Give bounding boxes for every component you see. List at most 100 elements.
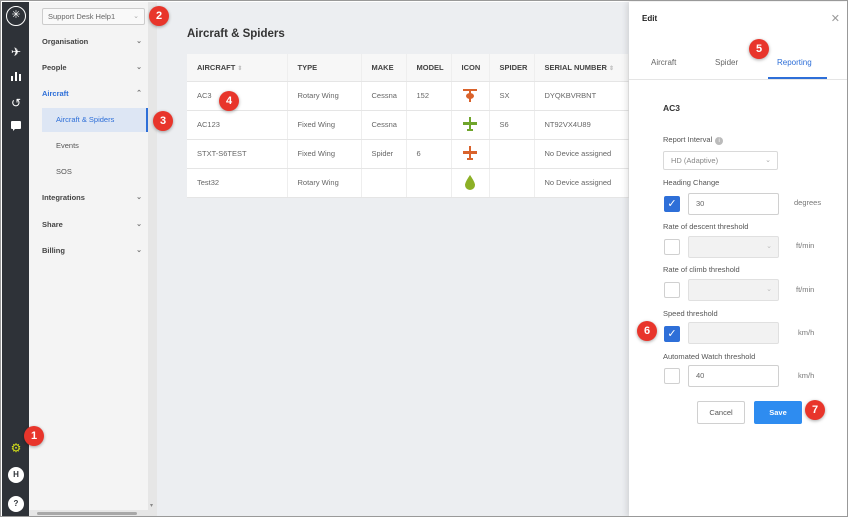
sidebar-item-label: Integrations	[42, 193, 85, 202]
sidebar-subitem-sos[interactable]: SOS	[42, 160, 148, 184]
helicopter-icon	[463, 88, 477, 102]
cell-serial: NT92VX4U89	[534, 110, 629, 140]
cell-aircraft[interactable]: AC123	[187, 110, 288, 140]
section-title: AC3	[663, 103, 681, 113]
gear-icon[interactable]: ⚙	[8, 440, 24, 456]
scrollbar-thumb[interactable]	[37, 512, 137, 515]
cell-make: Spider	[361, 139, 407, 169]
sidebar-item-people[interactable]: People ⌄	[42, 63, 142, 77]
cell-type: Fixed Wing	[287, 139, 362, 169]
column-header-serial[interactable]: SERIAL NUMBER ⇕	[534, 54, 629, 82]
watch-input[interactable]: 40	[688, 365, 779, 387]
plane-icon	[463, 145, 477, 160]
page-title: Aircraft & Spiders	[187, 28, 285, 40]
message-icon[interactable]	[8, 120, 24, 136]
tab-aircraft[interactable]: Aircraft	[651, 58, 676, 67]
cell-icon	[451, 81, 490, 111]
table-row[interactable]: AC3 Rotary Wing Cessna 152 SX DYQKBVRBNT	[187, 81, 629, 111]
main-content: Aircraft & Spiders AIRCRAFT ⇕ TYPE MAKE …	[157, 2, 629, 516]
report-interval-select[interactable]: HD (Adaptive) ⌄	[663, 151, 778, 170]
cell-model	[406, 110, 452, 140]
cell-type: Fixed Wing	[287, 110, 362, 140]
cell-serial: No Device assigned	[534, 168, 629, 198]
tab-spider[interactable]: Spider	[715, 58, 738, 67]
sidebar-scrollbar[interactable]: ▾	[148, 2, 157, 516]
sidebar-item-organisation[interactable]: Organisation ⌄	[42, 37, 142, 51]
cell-model: 152	[406, 81, 452, 111]
cell-make: Cessna	[361, 110, 407, 140]
speed-input[interactable]	[688, 322, 779, 344]
edit-panel: Edit ✕ Aircraft Spider Reporting AC3 Rep…	[629, 2, 847, 516]
climb-label: Rate of climb threshold	[663, 265, 740, 274]
cell-make	[361, 168, 407, 198]
heading-change-input[interactable]: 30	[688, 193, 779, 215]
cell-model: 6	[406, 139, 452, 169]
sidebar-horizontal-scrollbar[interactable]	[29, 510, 148, 516]
help-icon[interactable]: ?	[8, 496, 24, 512]
descent-select[interactable]: ⌄	[688, 236, 779, 258]
column-header-icon[interactable]: ICON	[451, 54, 490, 82]
table-row[interactable]: AC123 Fixed Wing Cessna S6 NT92VX4U89	[187, 110, 629, 140]
callout-marker-3: 3	[153, 111, 173, 131]
heading-change-label: Heading Change	[663, 178, 720, 187]
callout-marker-7: 7	[805, 400, 825, 420]
account-select[interactable]: Support Desk Help1 ⌄	[42, 8, 145, 25]
chart-icon[interactable]	[8, 70, 24, 86]
heading-change-checkbox[interactable]: ✓	[664, 196, 680, 212]
spider-logo-icon[interactable]: ✳	[6, 6, 26, 26]
descent-label: Rate of descent threshold	[663, 222, 749, 231]
cell-make: Cessna	[361, 81, 407, 111]
climb-checkbox[interactable]	[664, 282, 680, 298]
tab-reporting[interactable]: Reporting	[777, 58, 812, 67]
chevron-down-icon: ⌄	[133, 13, 139, 20]
column-header-type[interactable]: TYPE	[287, 54, 362, 82]
cell-spider	[489, 168, 535, 198]
chevron-down-icon: ⌄	[136, 38, 142, 45]
cell-spider: S6	[489, 110, 535, 140]
sidebar-item-label: Billing	[42, 246, 65, 255]
sidebar-item-billing[interactable]: Billing ⌄	[42, 246, 142, 260]
close-icon[interactable]: ✕	[831, 12, 840, 25]
sidebar-subitem-aircraft-spiders[interactable]: Aircraft & Spiders	[42, 108, 148, 132]
sidebar-item-aircraft[interactable]: Aircraft ⌃	[42, 89, 142, 103]
chevron-down-icon: ⌄	[136, 247, 142, 254]
watch-checkbox[interactable]	[664, 368, 680, 384]
sidebar-item-label: Share	[42, 220, 63, 229]
callout-marker-2: 2	[149, 6, 169, 26]
column-header-spider[interactable]: SPIDER	[489, 54, 535, 82]
sort-icon: ⇕	[237, 65, 243, 72]
column-header-make[interactable]: MAKE	[361, 54, 407, 82]
sidebar-item-integrations[interactable]: Integrations ⌄	[42, 193, 142, 207]
sort-icon: ⇕	[608, 65, 614, 72]
drop-icon	[465, 174, 475, 190]
sidebar-item-share[interactable]: Share ⌄	[42, 220, 142, 234]
speed-unit: km/h	[798, 328, 815, 337]
chevron-down-icon: ⌄	[766, 243, 772, 250]
callout-marker-6: 6	[637, 321, 657, 341]
callout-marker-1: 1	[24, 426, 44, 446]
callout-marker-5: 5	[749, 39, 769, 59]
cell-spider	[489, 139, 535, 169]
callout-marker-4: 4	[219, 91, 239, 111]
column-header-aircraft[interactable]: AIRCRAFT ⇕	[187, 54, 288, 82]
table-row[interactable]: STXT-S6TEST Fixed Wing Spider 6 No Devic…	[187, 139, 629, 169]
cell-spider: SX	[489, 81, 535, 111]
info-icon: i	[715, 137, 724, 145]
panel-title: Edit	[642, 14, 658, 23]
cell-type: Rotary Wing	[287, 168, 362, 198]
aircraft-table: AIRCRAFT ⇕ TYPE MAKE MODEL ICON SPIDER S…	[187, 54, 629, 198]
climb-select[interactable]: ⌄	[688, 279, 779, 301]
cell-aircraft[interactable]: Test32	[187, 168, 288, 198]
speed-checkbox[interactable]: ✓	[664, 326, 680, 342]
user-avatar[interactable]: H	[8, 467, 24, 483]
column-header-model[interactable]: MODEL	[406, 54, 452, 82]
cancel-button[interactable]: Cancel	[697, 401, 745, 424]
scroll-down-icon[interactable]: ▾	[150, 502, 153, 509]
cell-aircraft[interactable]: STXT-S6TEST	[187, 139, 288, 169]
aircraft-icon[interactable]: ✈	[8, 44, 24, 60]
table-row[interactable]: Test32 Rotary Wing No Device assigned	[187, 168, 629, 198]
descent-checkbox[interactable]	[664, 239, 680, 255]
history-icon[interactable]: ↺	[8, 95, 24, 111]
save-button[interactable]: Save	[754, 401, 802, 424]
sidebar-subitem-events[interactable]: Events	[42, 134, 148, 158]
